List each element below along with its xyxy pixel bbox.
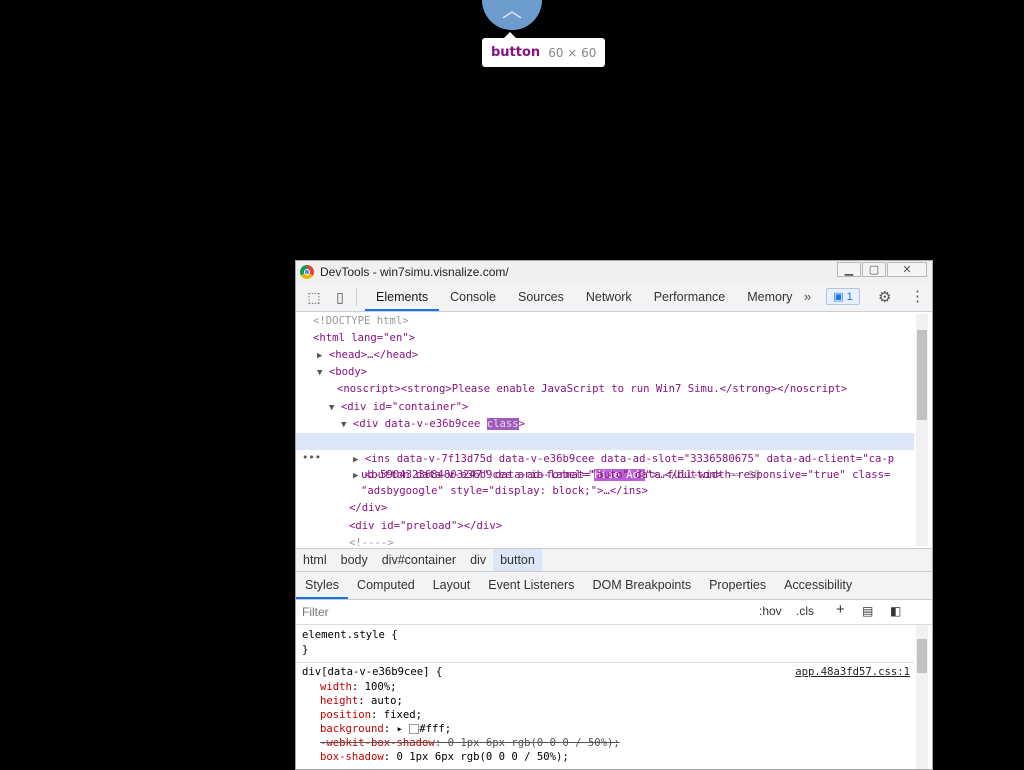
style-property[interactable]: position: fixed; <box>320 708 422 722</box>
dom-line[interactable]: ▼ <div id="container"> <box>329 399 468 416</box>
maximize-button[interactable]: ▢ <box>862 262 886 277</box>
collapse-triangle-icon[interactable]: ▼ <box>317 368 322 378</box>
breadcrumb-item[interactable]: div <box>463 553 493 567</box>
device-toolbar-icon[interactable]: ▯ <box>332 289 348 305</box>
minimize-button[interactable]: ▁ <box>837 262 861 277</box>
chevron-up-icon: ︿ <box>502 0 522 22</box>
dom-line[interactable]: <div id="preload"></div> <box>349 518 502 535</box>
tab-console[interactable]: Console <box>439 283 507 311</box>
dom-line[interactable]: ub-5904323684803247" data-ad-format="aut… <box>361 467 890 484</box>
gear-icon[interactable]: ⚙ <box>878 288 891 306</box>
tab-event-listeners[interactable]: Event Listeners <box>479 572 583 599</box>
tab-dom-breakpoints[interactable]: DOM Breakpoints <box>583 572 700 599</box>
dom-tree[interactable]: <!DOCTYPE html> <html lang="en"> ▶ <head… <box>296 312 932 548</box>
dom-line[interactable]: <!DOCTYPE html> <box>313 313 409 330</box>
tooltip-tag: button <box>491 45 541 60</box>
rule-selector[interactable]: div[data-v-e36b9cee] { <box>302 665 442 679</box>
expand-triangle-icon[interactable]: ▶ <box>353 471 358 481</box>
dom-line[interactable]: ▶ <ins data-v-7f13d75d data-v-e36b9cee d… <box>353 451 894 468</box>
scroll-up-button[interactable]: ︿ <box>482 0 542 30</box>
computed-styles-icon[interactable]: ▤ <box>862 604 873 618</box>
element-style-rule[interactable]: element.style { <box>302 628 398 642</box>
dom-line[interactable]: ▼ <div data-v-e36b9cee class> <box>341 416 525 433</box>
dom-line[interactable]: "adsbygoogle" style="display: block;">…<… <box>361 483 648 500</box>
issues-count: 1 <box>846 291 853 303</box>
expand-triangle-icon[interactable]: ▶ <box>317 351 322 361</box>
style-property-overridden[interactable]: -webkit-box-shadow: 0 1px 6px rgb(0 0 0 … <box>320 736 620 750</box>
tab-network[interactable]: Network <box>575 283 643 311</box>
breadcrumb: html body div#container div button <box>296 548 932 572</box>
styles-tabbar: Styles Computed Layout Event Listeners D… <box>296 572 932 600</box>
hov-button[interactable]: :hov <box>759 604 782 618</box>
inspect-element-icon[interactable]: ⬚ <box>306 289 322 305</box>
dom-line[interactable]: <!----> <box>349 535 394 548</box>
dom-line[interactable]: </div> <box>349 500 387 517</box>
tab-accessibility[interactable]: Accessibility <box>775 572 861 599</box>
style-property[interactable]: box-shadow: 0 1px 6px rgb(0 0 0 / 50%); <box>320 750 569 764</box>
divider <box>296 662 914 663</box>
devtools-window: DevTools - win7simu.visnalize.com/ ▁ ▢ ✕… <box>295 260 933 770</box>
breadcrumb-item[interactable]: body <box>334 553 375 567</box>
style-property[interactable]: background: ▸ #fff; <box>320 722 451 736</box>
filter-input[interactable] <box>300 602 744 622</box>
tab-memory[interactable]: Memory <box>736 283 803 311</box>
dom-line[interactable]: ▶ <head>…</head> <box>317 347 418 364</box>
tab-elements[interactable]: Elements <box>365 283 440 311</box>
issues-badge[interactable]: ▣ 1 <box>826 288 860 305</box>
styles-filter-bar: :hov .cls + ▤ ◧ <box>296 600 932 625</box>
breadcrumb-item-current[interactable]: button <box>493 549 542 571</box>
tab-computed[interactable]: Computed <box>348 572 424 599</box>
ellipsis-icon[interactable]: ••• <box>302 450 321 467</box>
breadcrumb-item[interactable]: div#container <box>375 553 463 567</box>
more-tabs-icon[interactable]: » <box>804 289 811 304</box>
window-titlebar[interactable]: DevTools - win7simu.visnalize.com/ ▁ ▢ ✕ <box>296 261 932 283</box>
style-property[interactable]: width: 100%; <box>320 680 397 694</box>
tab-layout[interactable]: Layout <box>424 572 480 599</box>
inspect-tooltip: button 60 × 60 <box>482 32 606 67</box>
dom-line[interactable]: <noscript><strong>Please enable JavaScri… <box>337 381 847 398</box>
rule-close: } <box>302 644 309 656</box>
style-property[interactable]: height: auto; <box>320 694 403 708</box>
tab-styles[interactable]: Styles <box>296 572 349 599</box>
chrome-logo-icon <box>300 265 314 279</box>
cls-button[interactable]: .cls <box>796 604 814 618</box>
more-options-icon[interactable]: ⋮ <box>910 287 925 305</box>
tab-sources[interactable]: Sources <box>507 283 575 311</box>
plus-icon[interactable]: + <box>836 601 845 618</box>
source-link[interactable]: app.48a3fd57.css:1 <box>795 665 910 679</box>
tab-performance[interactable]: Performance <box>643 283 737 311</box>
dom-line[interactable]: <html lang="en"> <box>313 330 415 347</box>
toggle-sidebar-icon[interactable]: ◧ <box>890 604 901 618</box>
styles-pane: element.style { } div[data-v-e36b9cee] {… <box>296 625 932 769</box>
close-button[interactable]: ✕ <box>887 262 927 277</box>
scrollbar-thumb[interactable] <box>917 330 927 420</box>
tab-properties[interactable]: Properties <box>700 572 775 599</box>
collapse-triangle-icon[interactable]: ▼ <box>329 403 334 413</box>
divider <box>356 288 357 306</box>
window-title: DevTools - win7simu.visnalize.com/ <box>320 265 509 279</box>
dom-scrollbar[interactable] <box>916 314 928 546</box>
expand-triangle-icon[interactable]: ▶ <box>353 455 358 465</box>
dom-line-selected[interactable]: ••• ▶ <button data-v-e36b9cee aria-label… <box>296 433 914 481</box>
tooltip-size: 60 × 60 <box>548 45 597 60</box>
color-swatch[interactable] <box>409 724 420 734</box>
dom-line[interactable]: ▼ <body> <box>317 364 367 381</box>
styles-scrollbar[interactable] <box>916 625 928 769</box>
breadcrumb-item[interactable]: html <box>296 553 334 567</box>
devtools-tabbar: ⬚ ▯ Elements Console Sources Network Per… <box>296 283 932 312</box>
collapse-triangle-icon[interactable]: ▼ <box>341 420 346 430</box>
scrollbar-thumb[interactable] <box>917 639 927 673</box>
